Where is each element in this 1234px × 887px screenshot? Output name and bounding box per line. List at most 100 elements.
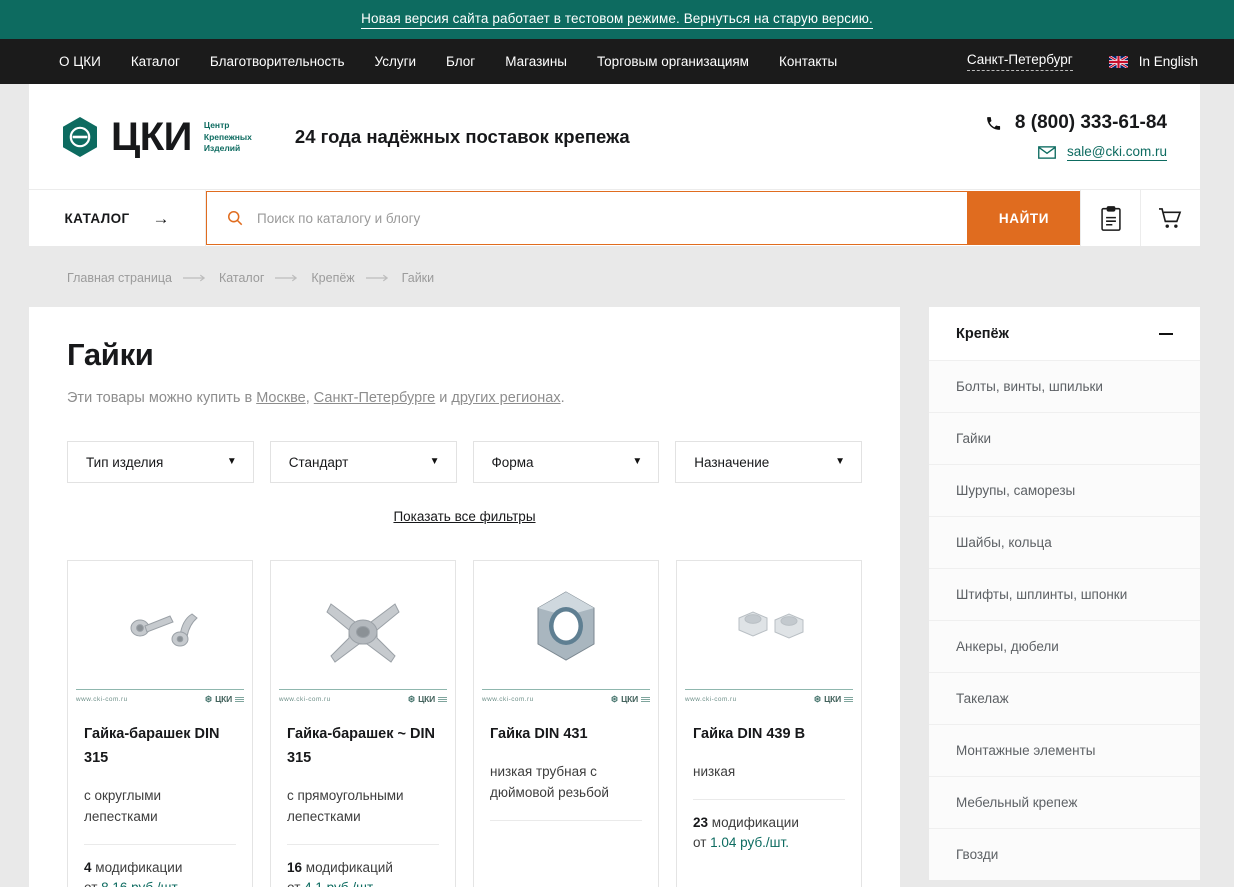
price-value: 4.1 руб./шт. (304, 880, 375, 887)
language-switcher[interactable]: In English (1108, 54, 1198, 69)
nav-item-trade[interactable]: Торговым организациям (597, 54, 749, 69)
watermark-brand-text: ЦКИ (418, 694, 435, 704)
product-card[interactable]: www.cki-com.ru ЦКИ Гайка (676, 560, 862, 887)
product-card[interactable]: www.cki-com.ru ЦКИ Гайка- (67, 560, 253, 887)
catalog-button[interactable]: КАТАЛОГ → (29, 190, 206, 246)
product-title[interactable]: Гайка DIN 431 (490, 723, 642, 747)
product-image (474, 561, 658, 689)
nav-item-shops[interactable]: Магазины (505, 54, 567, 69)
product-description: с округлыми лепестками (84, 787, 162, 824)
search-field-wrapper[interactable] (206, 191, 968, 245)
sidebar-item-mounting[interactable]: Монтажные элементы (929, 724, 1200, 776)
product-card-body: Гайка-барашек DIN 315 с округлыми лепест… (68, 709, 252, 887)
product-card[interactable]: www.cki-com.ru ЦКИ Гайка (473, 560, 659, 887)
sidebar-title: Крепёж (956, 325, 1009, 342)
clipboard-icon (1100, 205, 1121, 231)
price-value: 1.04 руб./шт. (710, 835, 789, 851)
nav-item-blog[interactable]: Блог (446, 54, 475, 69)
flange-nut-pair-icon (738, 611, 804, 639)
cki-hexagon-logo-icon (63, 116, 97, 157)
sidebar-item-rigging[interactable]: Такелаж (929, 672, 1200, 724)
filter-shape[interactable]: Форма ▼ (472, 441, 660, 483)
logo-subtitle: Центр Крепежных Изделий (204, 119, 252, 155)
chevron-down-icon: ▼ (429, 456, 440, 467)
search-input[interactable] (257, 210, 967, 226)
sidebar-item-screws[interactable]: Шурупы, саморезы (929, 464, 1200, 516)
phone-number: 8 (800) 333-61-84 (1014, 112, 1167, 133)
region-link-moscow[interactable]: Москве (256, 390, 306, 406)
filter-purpose[interactable]: Назначение ▼ (675, 441, 862, 483)
city-selector[interactable]: Санкт-Петербург (966, 52, 1073, 71)
watermark-url: www.cki-com.ru (482, 695, 534, 703)
order-list-button[interactable] (1080, 190, 1140, 246)
nav-item-services[interactable]: Услуги (375, 54, 417, 69)
logo-wordmark: ЦКИ (111, 114, 192, 159)
email-link[interactable]: sale@cki.com.ru (1067, 144, 1167, 161)
nav-item-charity[interactable]: Благотворительность (210, 54, 345, 69)
modifications-count: 23 (693, 815, 709, 831)
watermark-lines-icon (235, 696, 244, 702)
price-prefix: от (84, 880, 101, 887)
image-watermark: www.cki-com.ru ЦКИ (685, 689, 853, 709)
sidebar-item-furniture[interactable]: Мебельный крепеж (929, 776, 1200, 828)
modifications-count: 16 (287, 860, 303, 876)
card-divider (693, 799, 845, 801)
promo-banner-link[interactable]: Новая версия сайта работает в тестовом р… (361, 11, 873, 29)
product-modifications: 4 модификации (84, 860, 236, 875)
language-label: In English (1138, 54, 1198, 69)
search-submit-button[interactable]: НАЙТИ (968, 191, 1080, 245)
nav-item-catalog[interactable]: Каталог (131, 54, 180, 69)
price-prefix: от (693, 835, 711, 851)
cki-hexagon-logo-icon (611, 695, 618, 703)
show-all-filters-link[interactable]: Показать все фильтры (67, 509, 862, 524)
region-link-spb[interactable]: Санкт-Петербурге (314, 390, 435, 406)
phone-icon (987, 116, 1000, 130)
product-image (271, 561, 455, 689)
card-divider (490, 820, 642, 822)
image-watermark: www.cki-com.ru ЦКИ (279, 689, 447, 709)
envelope-icon (1038, 146, 1056, 159)
cki-hexagon-logo-icon (408, 695, 415, 703)
nav-item-about[interactable]: О ЦКИ (59, 54, 101, 69)
sidebar-item-washers[interactable]: Шайбы, кольца (929, 516, 1200, 568)
phone-row[interactable]: 8 (800) 333-61-84 (985, 112, 1167, 134)
watermark-brand-text: ЦКИ (215, 694, 232, 704)
main-row: Гайки Эти товары можно купить в Москве, … (29, 307, 1200, 887)
sidebar-item-anchors[interactable]: Анкеры, дюбели (929, 620, 1200, 672)
watermark-lines-icon (844, 696, 853, 702)
image-watermark: www.cki-com.ru ЦКИ (482, 689, 650, 709)
category-sidebar: Крепёж Болты, винты, шпильки Гайки Шуруп… (929, 307, 1200, 880)
cart-button[interactable] (1140, 190, 1200, 246)
sidebar-item-bolts[interactable]: Болты, винты, шпильки (929, 360, 1200, 412)
filter-product-type[interactable]: Тип изделия ▼ (67, 441, 254, 483)
breadcrumb-item-home[interactable]: Главная страница (67, 271, 172, 285)
product-description: низкая трубная с дюймовой резьбой (490, 763, 609, 801)
email-row[interactable]: sale@cki.com.ru (1038, 144, 1167, 161)
product-image (68, 561, 252, 689)
sidebar-item-nails[interactable]: Гвозди (929, 828, 1200, 880)
region-link-other[interactable]: других регионах (451, 390, 560, 406)
modifications-count: 4 (84, 860, 92, 876)
sidebar-item-nuts[interactable]: Гайки (929, 412, 1200, 464)
product-description: с прямоугольными лепестками (287, 787, 404, 824)
minus-icon[interactable] (1159, 332, 1173, 335)
modifications-word: модификации (95, 860, 183, 876)
brand-logo[interactable]: ЦКИ Центр Крепежных Изделий (61, 116, 252, 158)
watermark-brand: ЦКИ (814, 694, 853, 704)
product-title[interactable]: Гайка-барашек DIN 315 (84, 723, 236, 771)
breadcrumb-item-catalog[interactable]: Каталог (219, 271, 264, 285)
product-price: от 4.1 руб./шт. (287, 880, 439, 887)
product-title[interactable]: Гайка-барашек ~ DIN 315 (287, 723, 439, 771)
sidebar-header[interactable]: Крепёж (929, 307, 1200, 360)
sidebar-item-pins[interactable]: Штифты, шплинты, шпонки (929, 568, 1200, 620)
product-image (677, 561, 861, 689)
product-title[interactable]: Гайка DIN 439 B (693, 723, 845, 747)
filter-standard[interactable]: Стандарт ▼ (269, 441, 457, 483)
subtitle-suffix: . (560, 390, 565, 406)
search-bar-row: КАТАЛОГ → НАЙТИ (29, 189, 1200, 246)
breadcrumb-item-fasteners[interactable]: Крепёж (311, 271, 354, 285)
product-card[interactable]: www.cki-com.ru ЦКИ Гайка- (270, 560, 456, 887)
price-value: 8.16 руб./шт. (101, 880, 180, 887)
watermark-lines-icon (438, 696, 447, 702)
nav-item-contacts[interactable]: Контакты (779, 54, 837, 69)
